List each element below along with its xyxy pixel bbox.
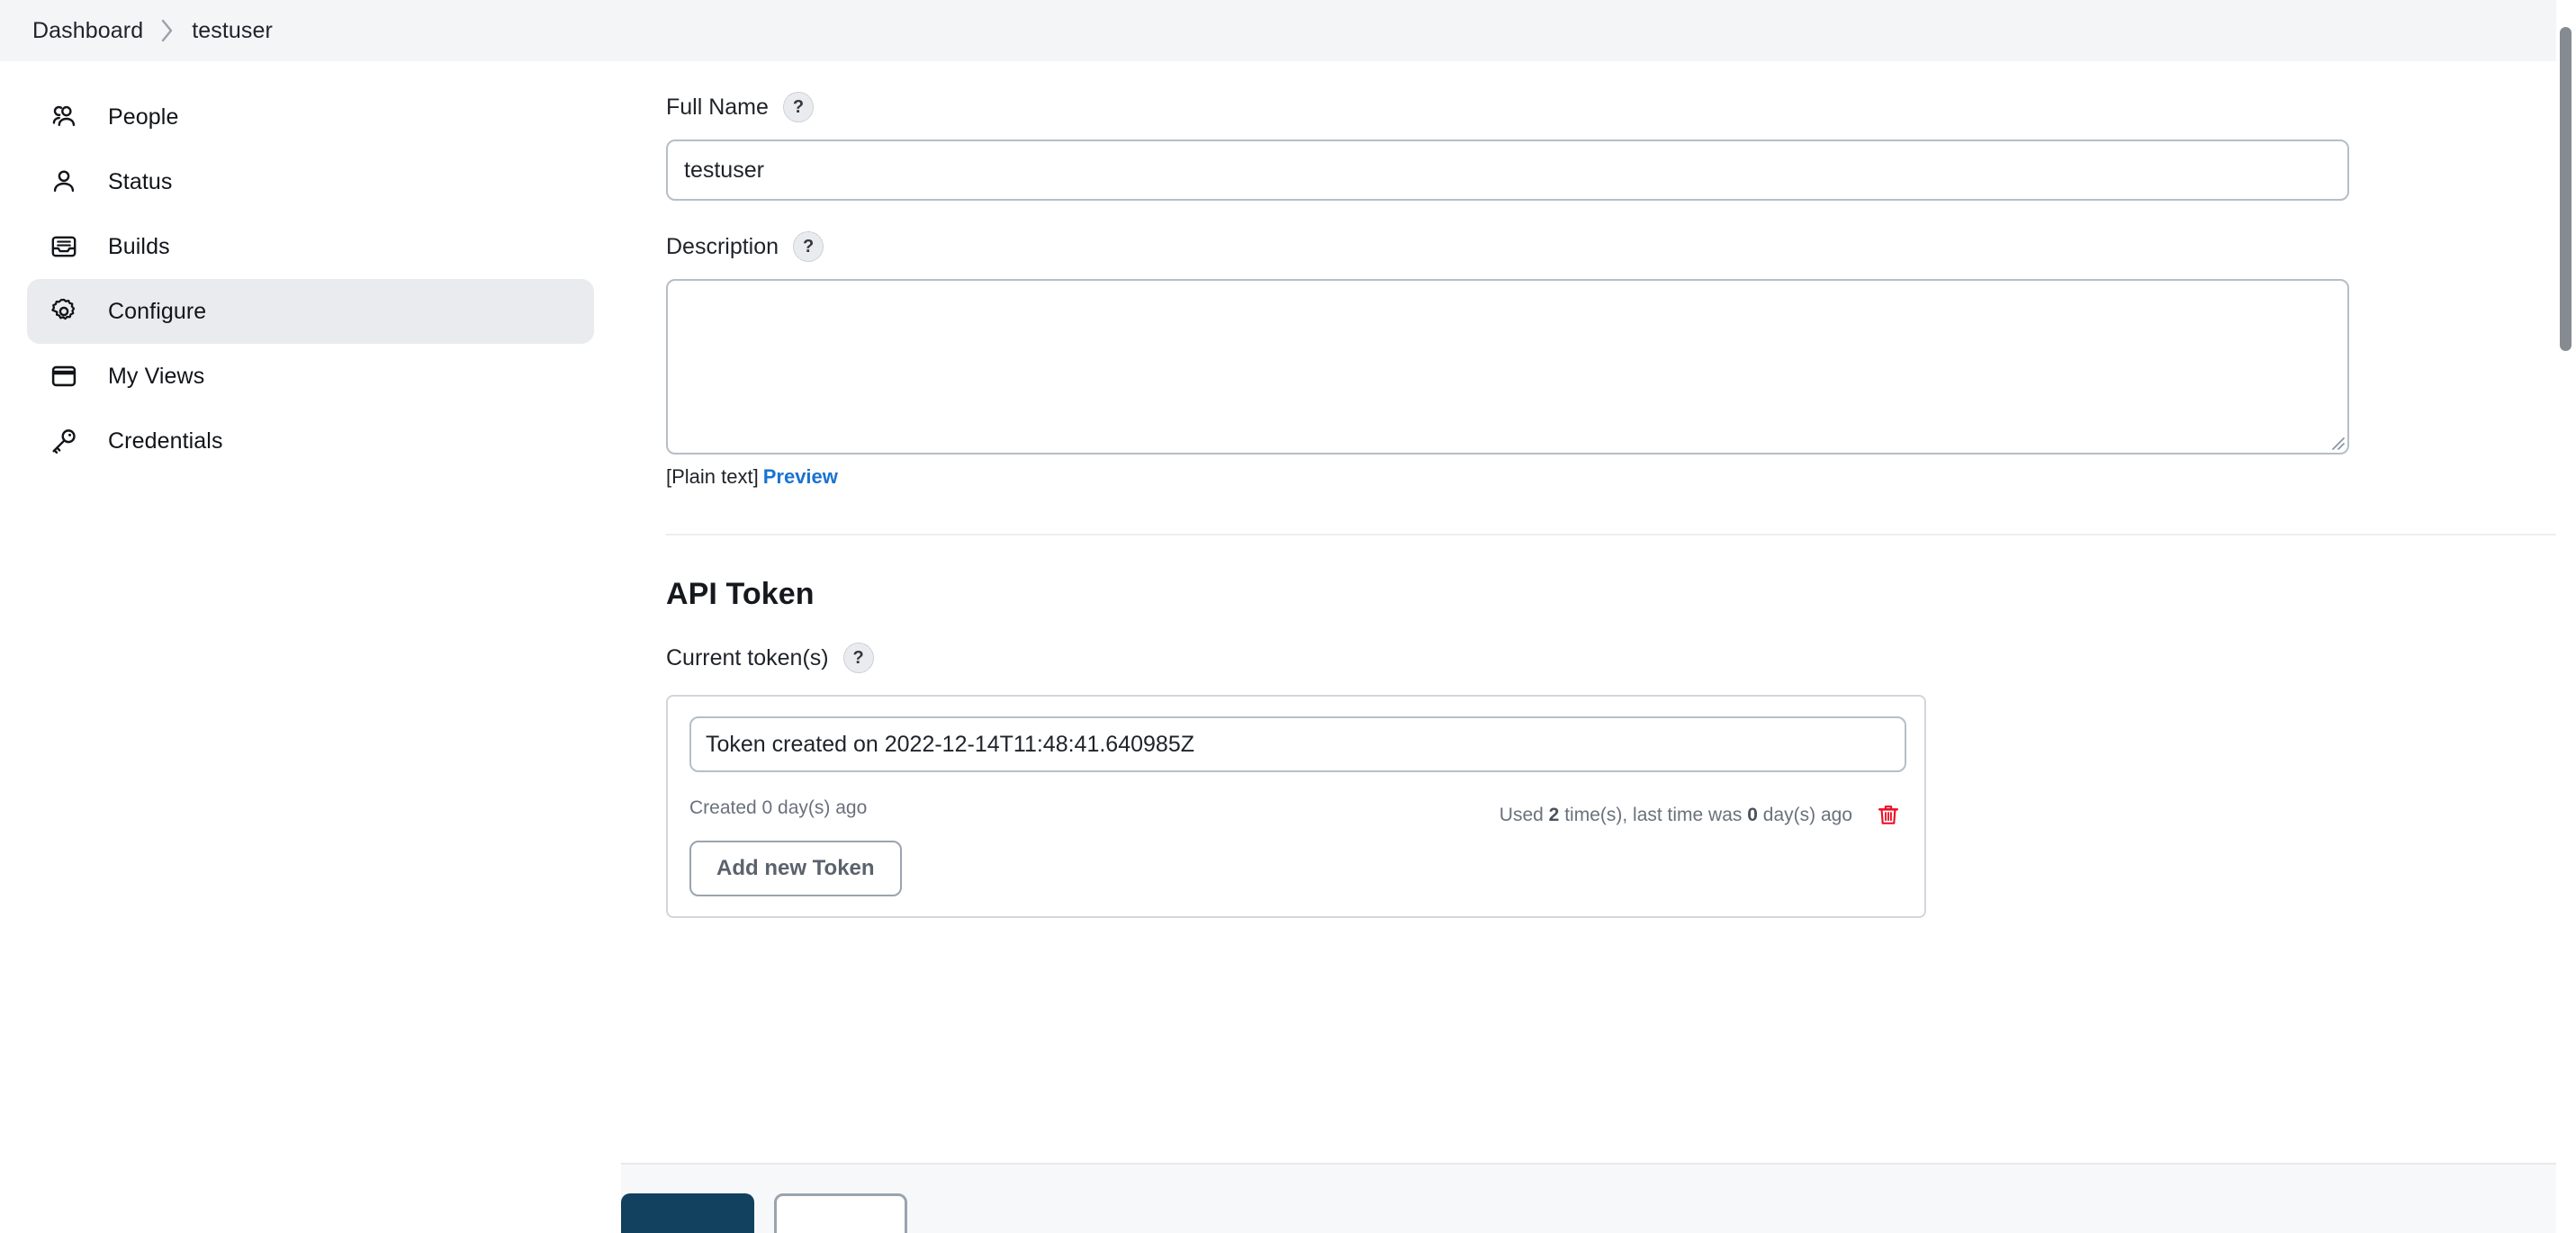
description-label: Description — [666, 234, 779, 260]
sidebar-item-label: Builds — [108, 234, 170, 260]
full-name-row: Full Name ? testuser — [666, 61, 2576, 201]
question-mark-icon[interactable]: ? — [783, 92, 814, 122]
configure-form: Full Name ? testuser Description ? [Plai… — [621, 61, 2576, 1233]
form-footer-bar — [621, 1163, 2576, 1233]
sidebar-item-configure[interactable]: Configure — [27, 279, 594, 344]
gear-icon — [45, 292, 83, 330]
description-row: Description ? [Plain text]Preview — [666, 201, 2576, 489]
breadcrumb: Dashboard testuser — [0, 0, 2576, 61]
sidebar-item-credentials[interactable]: Credentials — [27, 409, 594, 473]
breadcrumb-item-dashboard[interactable]: Dashboard — [29, 18, 147, 44]
key-icon — [45, 422, 83, 460]
current-tokens-row: Current token(s) ? Token created on 2022… — [666, 612, 2576, 918]
sidebar: People Status Builds — [0, 61, 621, 1233]
sidebar-item-label: My Views — [108, 364, 204, 390]
sidebar-item-builds[interactable]: Builds — [27, 214, 594, 279]
description-markup-hint-row: [Plain text]Preview — [666, 465, 2576, 489]
full-name-label-row: Full Name ? — [666, 92, 2576, 122]
sidebar-item-label: Credentials — [108, 428, 223, 454]
token-usage-text: Used 2 time(s), last time was 0 day(s) a… — [1500, 805, 1852, 826]
sidebar-item-status[interactable]: Status — [27, 149, 594, 214]
token-usage-suffix: day(s) ago — [1763, 805, 1852, 825]
sidebar-item-label: People — [108, 104, 178, 130]
token-card: Token created on 2022-12-14T11:48:41.640… — [666, 695, 1926, 918]
description-textarea[interactable] — [666, 279, 2349, 454]
description-markup-hint: [Plain text] — [666, 465, 759, 488]
resize-handle-icon[interactable] — [2327, 432, 2345, 450]
page-body: People Status Builds — [0, 61, 2576, 1233]
apply-button[interactable] — [774, 1193, 907, 1233]
sidebar-item-label: Configure — [108, 299, 206, 325]
token-meta-row: Created 0 day(s) ago Used 2 time(s), las… — [689, 788, 1905, 828]
full-name-input[interactable]: testuser — [666, 140, 2349, 201]
save-button[interactable] — [621, 1193, 754, 1233]
section-divider — [666, 534, 2556, 536]
chevron-right-icon — [147, 17, 188, 44]
add-new-token-button[interactable]: Add new Token — [689, 841, 902, 896]
api-token-section-title: API Token — [666, 577, 2576, 612]
inbox-icon — [45, 228, 83, 266]
question-mark-icon[interactable]: ? — [793, 231, 824, 262]
trash-icon[interactable] — [1876, 803, 1901, 828]
people-icon — [45, 98, 83, 136]
token-usage-count: 2 — [1549, 805, 1560, 825]
token-usage-group: Used 2 time(s), last time was 0 day(s) a… — [1500, 788, 1901, 828]
sidebar-item-my-views[interactable]: My Views — [27, 344, 594, 409]
page-scrollbar[interactable] — [2556, 0, 2576, 1233]
form-footer-buttons — [621, 1193, 907, 1233]
description-preview-link[interactable]: Preview — [763, 465, 838, 488]
token-created-text: Created 0 day(s) ago — [689, 797, 867, 819]
breadcrumb-item-testuser[interactable]: testuser — [188, 18, 276, 44]
token-usage-middle: time(s), last time was — [1564, 805, 1742, 825]
current-tokens-label-row: Current token(s) ? — [666, 643, 2576, 673]
token-last-used-days: 0 — [1747, 805, 1758, 825]
sidebar-item-label: Status — [108, 169, 172, 195]
token-name-input[interactable]: Token created on 2022-12-14T11:48:41.640… — [689, 716, 1906, 772]
sidebar-item-people[interactable]: People — [27, 85, 594, 149]
scrollbar-thumb[interactable] — [2560, 27, 2571, 351]
current-tokens-label: Current token(s) — [666, 645, 829, 671]
window-icon — [45, 357, 83, 395]
full-name-label: Full Name — [666, 94, 769, 121]
token-usage-prefix: Used — [1500, 805, 1544, 825]
question-mark-icon[interactable]: ? — [843, 643, 874, 673]
description-label-row: Description ? — [666, 231, 2576, 262]
person-icon — [45, 163, 83, 201]
